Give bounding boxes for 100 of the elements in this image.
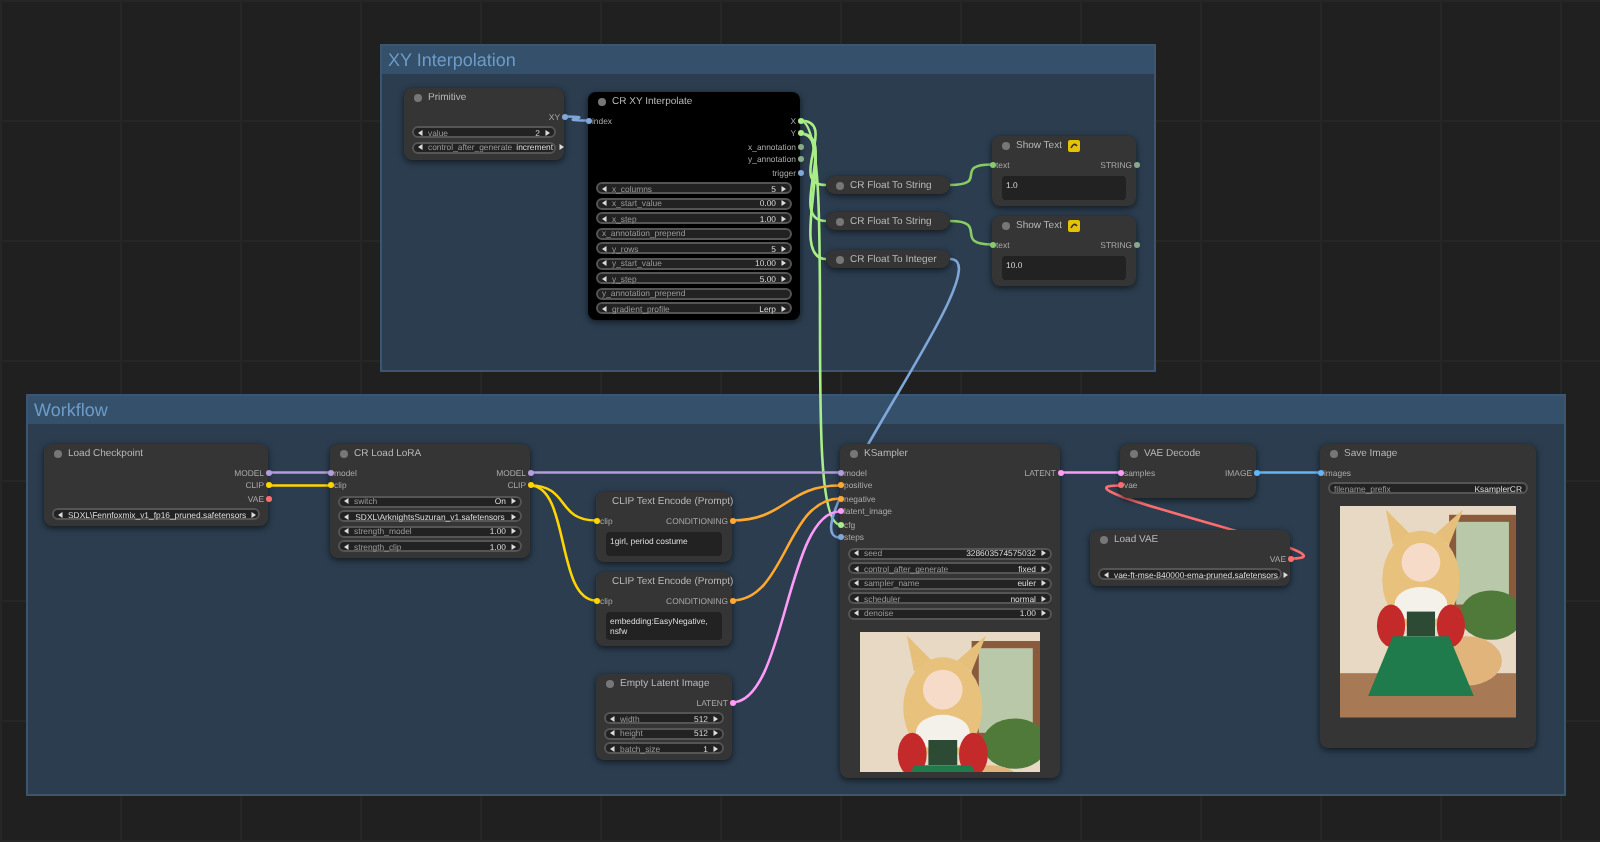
wire [949, 163, 993, 187]
arrow-right-icon[interactable] [780, 200, 786, 206]
collapse-dot-icon[interactable] [1130, 450, 1138, 458]
collapse-dot-icon[interactable] [54, 450, 62, 458]
arrow-right-icon[interactable] [712, 730, 718, 736]
wire [268, 484, 330, 487]
arrow-left-icon[interactable] [58, 511, 64, 517]
arrow-left-icon[interactable] [418, 144, 424, 150]
arrow-left-icon[interactable] [344, 528, 350, 534]
input-socket[interactable] [593, 517, 599, 524]
input-socket[interactable] [837, 521, 843, 528]
input-socket[interactable] [989, 241, 995, 248]
collapse-dot-icon[interactable] [836, 255, 844, 263]
group-title: XY Interpolation [388, 50, 516, 70]
arrow-right-icon[interactable] [510, 543, 516, 549]
arrow-left-icon[interactable] [854, 595, 860, 601]
arrow-right-icon[interactable] [780, 185, 786, 191]
arrow-right-icon[interactable] [510, 528, 516, 534]
arrow-left-icon[interactable] [854, 580, 860, 586]
output-socket[interactable] [729, 517, 735, 524]
arrow-right-icon[interactable] [1281, 571, 1288, 577]
arrow-right-icon[interactable] [780, 275, 786, 281]
arrow-left-icon[interactable] [602, 215, 608, 221]
arrow-left-icon[interactable] [610, 730, 616, 736]
arrow-left-icon[interactable] [344, 543, 350, 549]
arrow-right-icon[interactable] [1040, 595, 1046, 601]
arrow-right-icon[interactable] [780, 260, 786, 266]
input-socket[interactable] [327, 469, 333, 476]
arrow-left-icon[interactable] [610, 715, 616, 721]
arrow-right-icon[interactable] [1040, 565, 1046, 571]
output-socket[interactable] [1057, 469, 1063, 476]
arrow-right-icon[interactable] [780, 215, 786, 221]
input-socket[interactable] [837, 495, 843, 502]
input-socket[interactable] [585, 117, 591, 124]
arrow-left-icon[interactable] [854, 610, 860, 616]
arrow-right-icon[interactable] [510, 513, 516, 519]
input-socket[interactable] [837, 469, 843, 476]
input-socket[interactable] [593, 597, 599, 604]
arrow-left-icon[interactable] [602, 245, 608, 251]
output-socket[interactable] [797, 117, 803, 124]
arrow-right-icon[interactable] [1040, 550, 1046, 556]
arrow-left-icon[interactable] [854, 565, 860, 571]
arrow-right-icon[interactable] [1040, 580, 1046, 586]
arrow-right-icon[interactable] [780, 245, 786, 251]
collapse-dot-icon[interactable] [606, 680, 614, 688]
input-socket[interactable] [989, 161, 995, 168]
output-socket[interactable] [729, 699, 735, 706]
wire [949, 219, 993, 246]
arrow-right-icon[interactable] [1040, 610, 1046, 616]
output-socket[interactable] [797, 130, 803, 137]
input-socket[interactable] [327, 482, 333, 489]
arrow-left-icon[interactable] [610, 745, 616, 751]
output-socket[interactable] [797, 143, 803, 150]
arrow-left-icon[interactable] [602, 260, 608, 266]
output-socket[interactable] [797, 156, 803, 163]
wire [1256, 471, 1320, 474]
wire [1060, 471, 1120, 474]
output-socket[interactable] [527, 482, 533, 489]
collapse-dot-icon[interactable] [1330, 450, 1338, 458]
collapse-dot-icon[interactable] [1100, 536, 1108, 544]
arrow-left-icon[interactable] [854, 550, 860, 556]
arrow-right-icon[interactable] [712, 715, 718, 721]
output-socket[interactable] [527, 469, 533, 476]
arrow-left-icon[interactable] [344, 498, 350, 504]
arrow-left-icon[interactable] [602, 185, 608, 191]
collapse-dot-icon[interactable] [836, 217, 844, 225]
collapse-dot-icon[interactable] [1002, 142, 1010, 150]
collapse-dot-icon[interactable] [598, 98, 606, 106]
wire [564, 115, 588, 122]
group-title: Workflow [34, 400, 108, 420]
output-socket[interactable] [265, 469, 271, 476]
arrow-right-icon[interactable] [780, 305, 786, 311]
input-socket[interactable] [837, 508, 843, 515]
output-socket[interactable] [729, 597, 735, 604]
arrow-right-icon[interactable] [712, 745, 718, 751]
input-socket[interactable] [1317, 469, 1323, 476]
collapse-dot-icon[interactable] [1002, 222, 1010, 230]
arrow-left-icon[interactable] [418, 129, 424, 135]
arrow-right-icon[interactable] [510, 498, 516, 504]
arrow-left-icon[interactable] [602, 275, 608, 281]
output-socket[interactable] [265, 482, 271, 489]
collapse-dot-icon[interactable] [836, 181, 844, 189]
output-socket[interactable] [1253, 469, 1259, 476]
collapse-dot-icon[interactable] [340, 450, 348, 458]
arrow-right-icon[interactable] [544, 129, 550, 135]
node-card[interactable] [588, 92, 800, 320]
arrow-left-icon[interactable] [602, 305, 608, 311]
arrow-right-icon[interactable] [557, 144, 564, 150]
output-socket[interactable] [797, 169, 803, 176]
collapse-dot-icon[interactable] [850, 450, 858, 458]
input-socket[interactable] [1117, 482, 1123, 489]
arrow-right-icon[interactable] [250, 511, 257, 517]
input-socket[interactable] [1117, 469, 1123, 476]
arrow-left-icon[interactable] [1104, 571, 1110, 577]
input-socket[interactable] [837, 482, 843, 489]
arrow-left-icon[interactable] [344, 513, 350, 519]
collapse-dot-icon[interactable] [414, 94, 422, 102]
input-socket[interactable] [837, 534, 843, 541]
arrow-left-icon[interactable] [602, 200, 608, 206]
wire [268, 471, 330, 474]
